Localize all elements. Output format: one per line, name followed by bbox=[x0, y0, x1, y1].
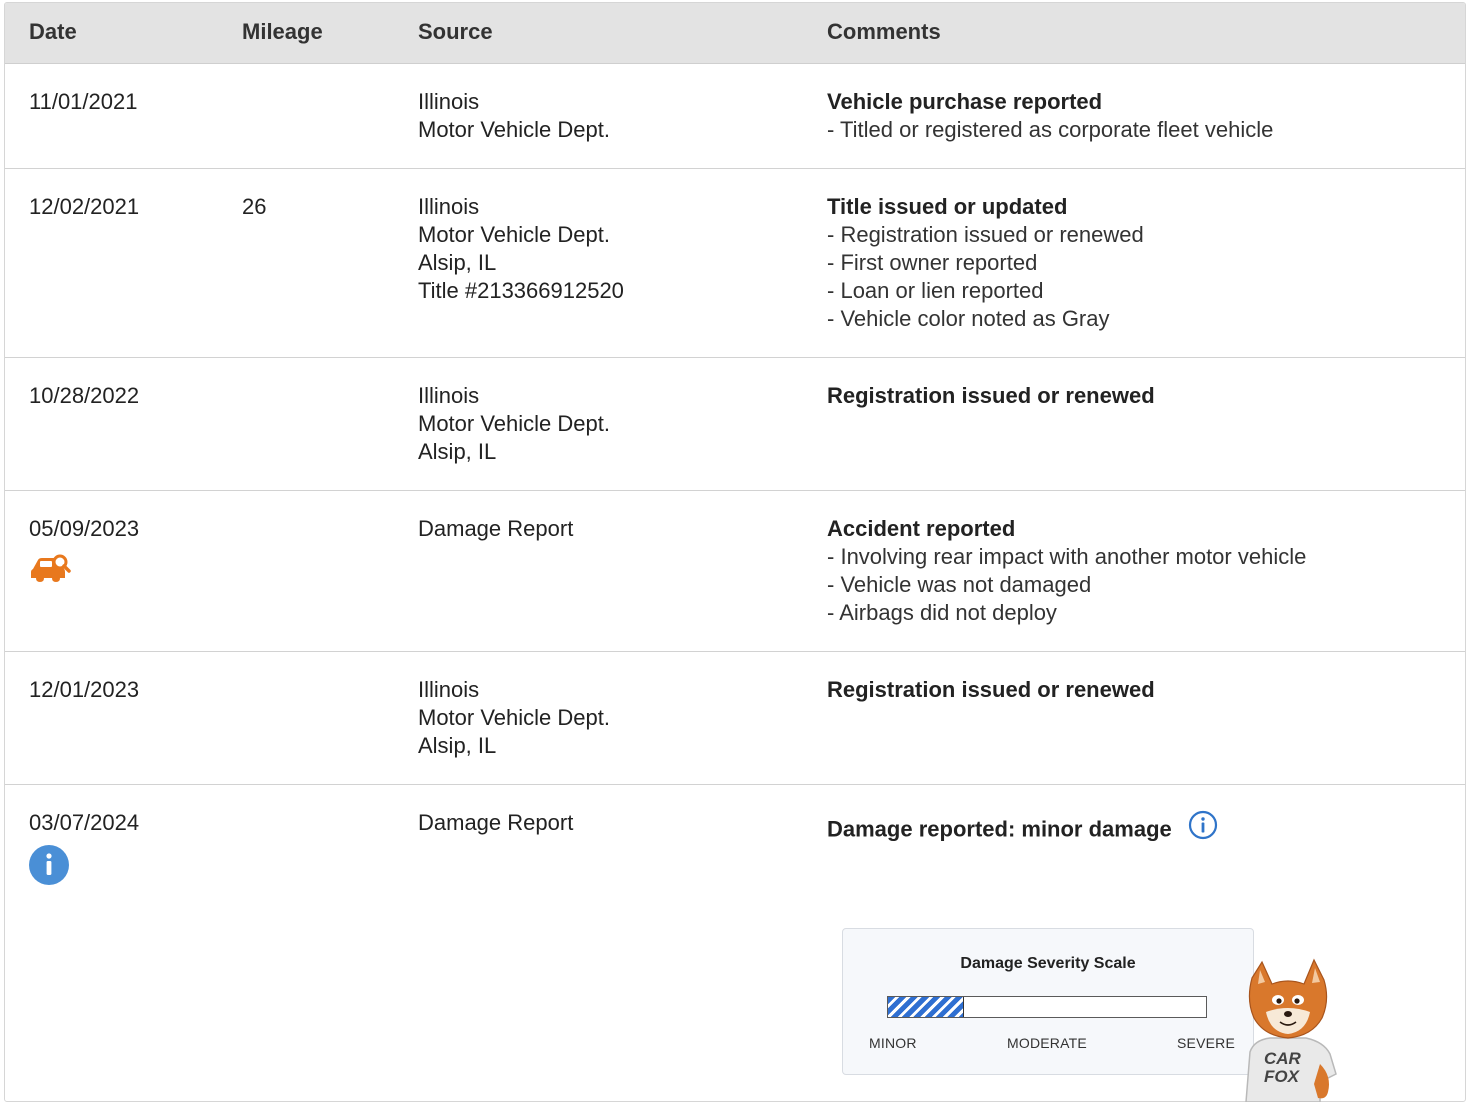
table-row: 10/28/2022 Illinois Motor Vehicle Dept. … bbox=[5, 358, 1465, 491]
row-source: Illinois Motor Vehicle Dept. Alsip, IL T… bbox=[418, 193, 624, 305]
source-line: Damage Report bbox=[418, 810, 574, 835]
source-line: Motor Vehicle Dept. bbox=[418, 705, 610, 730]
row-date: 03/07/2024 bbox=[29, 810, 140, 835]
info-filled-icon[interactable] bbox=[29, 845, 139, 892]
damage-severity-card: Damage Severity Scale MINOR MODERATE SEV… bbox=[842, 928, 1254, 1075]
severity-bar bbox=[887, 996, 1207, 1018]
row-comments: Registration issued or renewed bbox=[827, 382, 1447, 410]
row-comments: Title issued or updated Registration iss… bbox=[827, 193, 1447, 333]
severity-scale-title: Damage Severity Scale bbox=[960, 955, 1136, 972]
source-line: Motor Vehicle Dept. bbox=[418, 117, 610, 142]
source-line: Damage Report bbox=[418, 516, 574, 541]
table-row: 11/01/2021 Illinois Motor Vehicle Dept. … bbox=[5, 64, 1465, 169]
source-line: Alsip, IL bbox=[418, 733, 497, 758]
column-header-comments[interactable]: Comments bbox=[827, 19, 941, 45]
row-source: Illinois Motor Vehicle Dept. Alsip, IL bbox=[418, 382, 610, 466]
row-date: 11/01/2021 bbox=[29, 89, 138, 114]
comment-item: Airbags did not deploy bbox=[827, 599, 1447, 627]
comment-item: Vehicle was not damaged bbox=[827, 571, 1447, 599]
row-date: 05/09/2023 bbox=[29, 516, 140, 541]
comment-item: Registration issued or renewed bbox=[827, 221, 1447, 249]
row-date-cell: 03/07/2024 bbox=[29, 809, 139, 892]
source-line: Motor Vehicle Dept. bbox=[418, 411, 610, 436]
comment-item: Vehicle color noted as Gray bbox=[827, 305, 1447, 333]
source-line: Illinois bbox=[418, 383, 480, 408]
row-date-cell: 05/09/2023 bbox=[29, 515, 139, 592]
row-date: 12/01/2023 bbox=[29, 677, 140, 702]
row-source: Damage Report bbox=[418, 515, 573, 543]
row-mileage: 26 bbox=[242, 194, 267, 219]
source-line: Illinois bbox=[418, 89, 480, 114]
source-line: Title #213366912520 bbox=[418, 278, 624, 303]
comment-title: Damage reported: minor damage bbox=[827, 816, 1172, 842]
row-date: 12/02/2021 bbox=[29, 194, 140, 219]
source-line: Illinois bbox=[418, 677, 480, 702]
comment-title: Registration issued or renewed bbox=[827, 383, 1155, 408]
column-header-mileage[interactable]: Mileage bbox=[242, 19, 323, 45]
carfox-mascot: CAR FOX bbox=[1232, 956, 1344, 1107]
comment-title: Registration issued or renewed bbox=[827, 677, 1155, 702]
info-outline-icon[interactable] bbox=[1188, 810, 1218, 847]
source-line: Illinois bbox=[418, 194, 480, 219]
comment-title: Title issued or updated bbox=[827, 194, 1068, 219]
source-line: Motor Vehicle Dept. bbox=[418, 222, 610, 247]
table-row: 05/09/2023 Damage Report Accident report… bbox=[5, 491, 1465, 652]
source-line: Alsip, IL bbox=[418, 250, 497, 275]
table-row: 12/02/2021 26 Illinois Motor Vehicle Dep… bbox=[5, 169, 1465, 358]
row-comments: Accident reported Involving rear impact … bbox=[827, 515, 1447, 627]
comment-title: Vehicle purchase reported bbox=[827, 89, 1103, 114]
comment-title: Accident reported bbox=[827, 516, 1016, 541]
mascot-shirt-text: FOX bbox=[1264, 1067, 1301, 1086]
table-header: Date Mileage Source Comments bbox=[5, 3, 1465, 64]
row-source: Illinois Motor Vehicle Dept. bbox=[418, 88, 610, 144]
column-header-source[interactable]: Source bbox=[418, 19, 493, 45]
severity-label-moderate: MODERATE bbox=[1007, 1035, 1087, 1051]
mascot-shirt-text: CAR bbox=[1264, 1049, 1302, 1068]
row-comments: Damage reported: minor damage bbox=[827, 810, 1447, 849]
row-date: 10/28/2022 bbox=[29, 383, 140, 408]
comment-item: First owner reported bbox=[827, 249, 1447, 277]
row-comments: Registration issued or renewed bbox=[827, 676, 1447, 704]
row-source: Damage Report bbox=[418, 809, 573, 837]
severity-label-minor: MINOR bbox=[869, 1035, 917, 1051]
table-row: 12/01/2023 Illinois Motor Vehicle Dept. … bbox=[5, 652, 1465, 785]
row-comments: Vehicle purchase reported Titled or regi… bbox=[827, 88, 1447, 144]
car-search-icon[interactable] bbox=[29, 551, 139, 592]
severity-label-severe: SEVERE bbox=[1177, 1035, 1235, 1051]
source-line: Alsip, IL bbox=[418, 439, 497, 464]
comment-item: Involving rear impact with another motor… bbox=[827, 543, 1447, 571]
comment-item: Titled or registered as corporate fleet … bbox=[827, 116, 1447, 144]
comment-item: Loan or lien reported bbox=[827, 277, 1447, 305]
severity-bar-fill bbox=[888, 997, 965, 1017]
column-header-date[interactable]: Date bbox=[29, 19, 77, 45]
row-source: Illinois Motor Vehicle Dept. Alsip, IL bbox=[418, 676, 610, 760]
